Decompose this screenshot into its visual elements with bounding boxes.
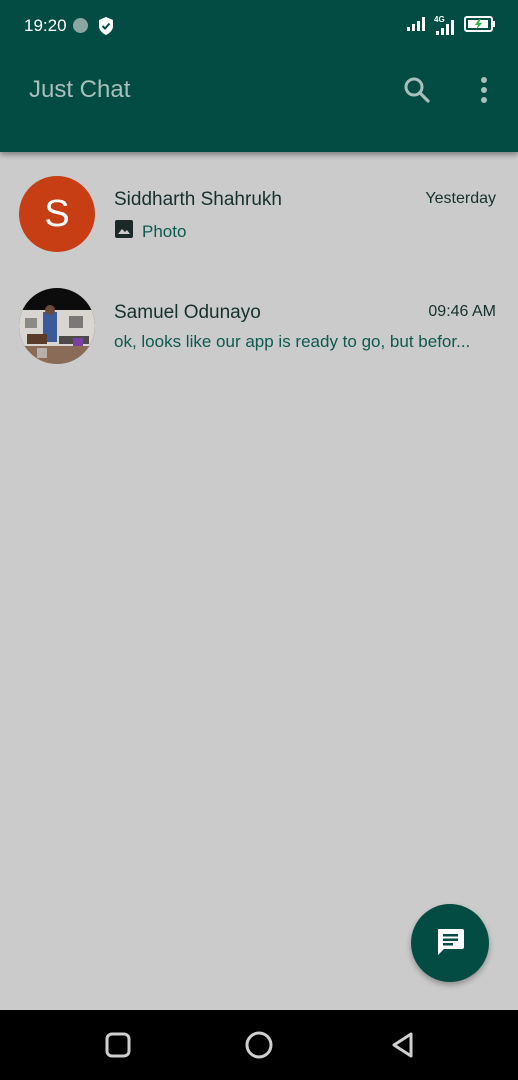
new-message-button[interactable] (411, 904, 489, 982)
app-bar: 19:20 4G Just Chat (0, 0, 518, 152)
system-nav-bar (0, 1010, 518, 1080)
avatar (19, 288, 95, 364)
app-title: Just Chat (29, 76, 131, 103)
avatar-photo-image (19, 288, 95, 364)
more-vert-icon[interactable] (466, 72, 502, 108)
avatar-letter: S (44, 192, 70, 235)
chat-item-samuel[interactable]: Samuel Odunayo 09:46 AM ok, looks like o… (0, 282, 518, 394)
chat-time: 09:46 AM (428, 303, 496, 320)
chat-name: Samuel Odunayo (114, 302, 261, 323)
chat-time: Yesterday (425, 190, 496, 207)
chat-preview-text: Photo (142, 221, 187, 241)
signal-4g-icon: 4G (434, 15, 456, 36)
image-icon (114, 219, 134, 244)
notification-dot-icon (73, 18, 88, 33)
search-icon[interactable] (399, 72, 435, 108)
chat-preview: Photo (114, 219, 474, 244)
shield-icon (97, 16, 115, 41)
chat-item-siddharth[interactable]: S Siddharth Shahrukh Yesterday Photo (0, 170, 518, 282)
avatar: S (19, 176, 95, 252)
chat-preview-text: ok, looks like our app is ready to go, b… (114, 332, 471, 351)
recents-square-icon[interactable] (103, 1030, 133, 1060)
app-root: 19:20 4G Just Chat S Siddharth Shahrukh … (0, 0, 518, 1080)
signal-icon (406, 16, 426, 37)
home-circle-icon[interactable] (244, 1030, 274, 1060)
message-icon (434, 925, 466, 962)
battery-charging-icon (464, 16, 496, 37)
status-right-icons: 4G (406, 15, 496, 37)
back-triangle-icon[interactable] (388, 1030, 418, 1060)
chat-name: Siddharth Shahrukh (114, 189, 282, 210)
status-time: 19:20 (24, 16, 67, 35)
